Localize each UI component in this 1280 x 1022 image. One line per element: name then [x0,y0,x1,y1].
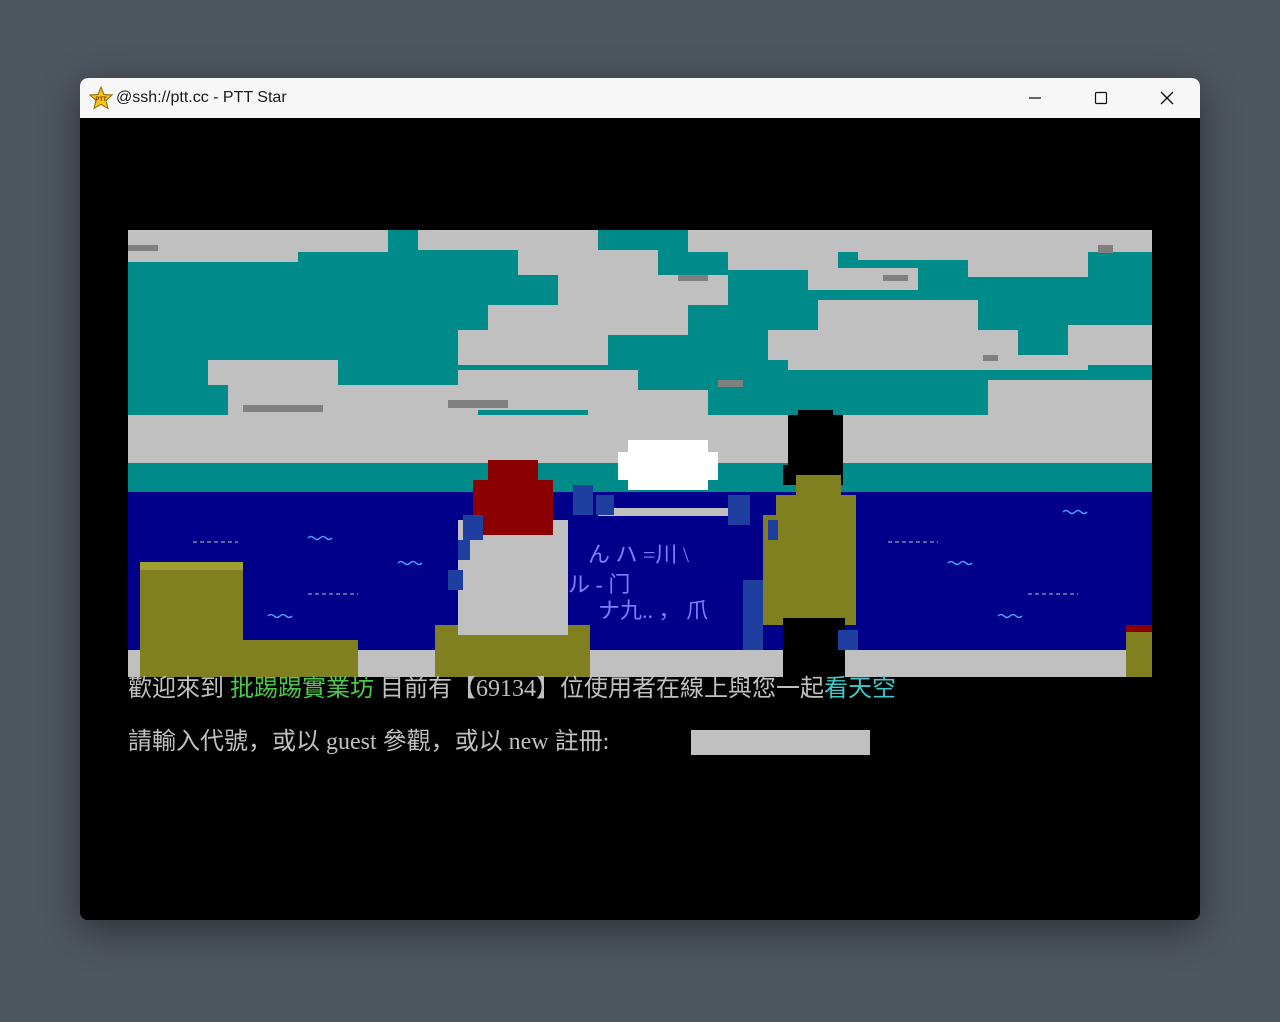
online-users-text: 目前有【69134】位使用者在線上與您一起 [374,676,824,702]
terminal-screen[interactable]: ん ハ =川 \ ル - 门 ナ九.. ， 爪 歡迎來到 批踢踢實業坊 目前有【… [80,118,1200,920]
welcome-prefix: 歡迎來到 [128,676,230,702]
art-glyphs-3: ナ九.. ， 爪 [598,598,708,623]
site-name: 批踢踢實業坊 [230,676,374,702]
window-title: @ssh://ptt.cc - PTT Star [116,89,287,106]
svg-text:PTT: PTT [95,97,107,103]
login-id-input[interactable] [691,730,870,755]
ansi-art-scene: ん ハ =川 \ ル - 门 ナ九.. ， 爪 [128,230,1152,677]
maximize-icon [1094,91,1108,105]
minimize-button[interactable] [1002,78,1068,118]
title-bar[interactable]: PTT @ssh://ptt.cc - PTT Star [80,78,1200,118]
welcome-line: 歡迎來到 批踢踢實業坊 目前有【69134】位使用者在線上與您一起看天空 [128,675,896,703]
ptt-star-icon: PTT [89,86,113,110]
close-button[interactable] [1134,78,1200,118]
sun [618,440,718,490]
art-glyphs-1: ん ハ =川 \ [588,542,690,567]
minimize-icon [1029,97,1041,99]
terminal-window: PTT @ssh://ptt.cc - PTT Star ん ハ =川 \ ル … [80,78,1200,920]
maximize-button[interactable] [1068,78,1134,118]
welcome-suffix: 看天空 [824,676,896,702]
login-prompt: 請輸入代號，或以 guest 參觀，或以 new 註冊: [128,729,616,755]
close-icon [1160,91,1174,105]
art-glyphs-2: ル - 门 [568,572,630,597]
